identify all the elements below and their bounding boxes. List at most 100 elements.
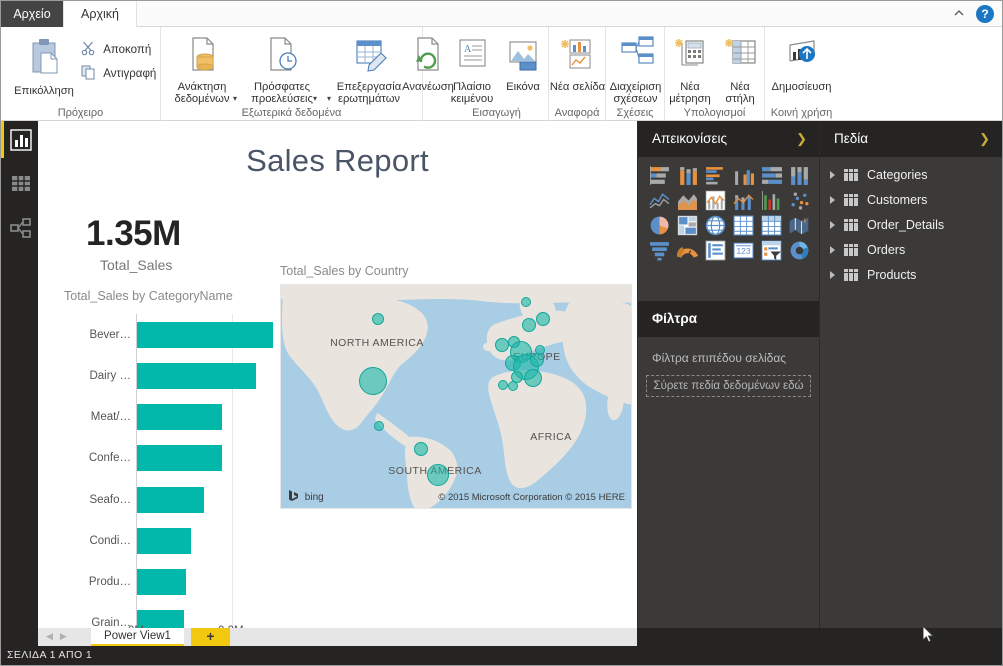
line-and-clustered-column-chart-icon[interactable] xyxy=(758,189,784,211)
map-bubble[interactable] xyxy=(495,338,509,352)
visualizations-panel-header[interactable]: Απεικονίσεις ❯ xyxy=(638,121,819,157)
sidebar-item-data-view[interactable] xyxy=(10,173,32,195)
bar-chart-visual[interactable]: Total_Sales by CategoryName Bever… Dairy … xyxy=(60,289,296,628)
map-bubble[interactable] xyxy=(521,297,531,307)
map-bubble[interactable] xyxy=(414,442,428,456)
text-box-button[interactable]: A Πλαίσιο κειμένου xyxy=(447,35,497,105)
page-tab-power-view1[interactable]: Power View1 xyxy=(91,628,184,646)
bar-chart-bar[interactable] xyxy=(137,404,223,431)
map-bubble[interactable] xyxy=(535,345,545,355)
map-icon[interactable] xyxy=(702,214,728,236)
map-frame[interactable]: NORTH AMERICA SOUTH AMERICA EUROPE AFRIC… xyxy=(280,284,632,509)
tab-file[interactable]: Αρχείο xyxy=(1,1,63,27)
bar-chart-bar[interactable] xyxy=(137,527,191,554)
map-visual[interactable]: Total_Sales by Country NORTH AMERICA SOU… xyxy=(280,264,632,509)
chevron-left-icon[interactable]: ◀ xyxy=(46,631,60,641)
manage-relationships-button[interactable]: Διαχείριση σχέσεων xyxy=(606,35,665,105)
bar-chart-row[interactable]: Condi… xyxy=(89,527,289,554)
map-bubble[interactable] xyxy=(536,312,550,326)
report-canvas[interactable]: Sales Report 1.35M Total_Sales Total_Sal… xyxy=(38,121,637,628)
chevron-down-icon[interactable]: ▾ xyxy=(327,94,331,103)
get-data-button[interactable]: Ανάκτηση δεδομένων ▾ xyxy=(165,35,239,105)
bar-chart-row[interactable]: Bever… xyxy=(89,321,289,348)
chevron-right-icon[interactable]: ▶ xyxy=(60,631,74,641)
gauge-icon[interactable] xyxy=(674,239,700,261)
new-page-button[interactable]: Νέα σελίδα xyxy=(549,35,606,94)
chevron-right-icon[interactable] xyxy=(830,246,835,254)
chevron-right-icon[interactable] xyxy=(830,171,835,179)
pie-chart-icon[interactable] xyxy=(646,214,672,236)
line-and-stacked-column-chart-icon[interactable] xyxy=(730,189,756,211)
chevron-down-icon[interactable]: ▾ xyxy=(233,94,237,103)
map-bubble[interactable] xyxy=(530,353,544,367)
funnel-icon[interactable] xyxy=(646,239,672,261)
sidebar-item-relationships-view[interactable] xyxy=(10,217,32,239)
chevron-right-icon[interactable]: ❯ xyxy=(796,121,807,157)
cut-button[interactable]: Αποκοπή xyxy=(81,41,151,59)
chevron-right-icon[interactable] xyxy=(830,271,835,279)
map-bubble[interactable] xyxy=(427,464,449,486)
bar-chart-row[interactable]: Confe… xyxy=(89,445,289,472)
treemap-icon[interactable] xyxy=(674,214,700,236)
bar-chart-bar[interactable] xyxy=(137,569,186,596)
fields-table-row[interactable]: Customers xyxy=(820,188,1002,213)
multi-row-card-icon[interactable] xyxy=(702,239,728,261)
tab-home[interactable]: Αρχική xyxy=(63,1,137,27)
map-bubble[interactable] xyxy=(522,318,536,332)
map-bubble[interactable] xyxy=(524,369,542,387)
paste-button[interactable]: Επικόλληση xyxy=(9,37,79,98)
new-column-button[interactable]: Νέα στήλη xyxy=(717,35,763,105)
filled-map-icon[interactable] xyxy=(786,214,812,236)
bar-chart-bar[interactable] xyxy=(137,610,185,628)
bar-chart-bar[interactable] xyxy=(137,362,256,389)
map-bubble[interactable] xyxy=(498,380,508,390)
bar-chart-row[interactable]: Meat/… xyxy=(91,404,289,431)
100-stacked-bar-chart-icon[interactable] xyxy=(758,164,784,186)
bar-chart-bar[interactable] xyxy=(137,445,223,472)
recent-sources-button[interactable]: Πρόσφατες προελεύσεις ▾ xyxy=(243,35,321,105)
visualization-type-grid[interactable]: 123 xyxy=(645,163,813,263)
scatter-chart-icon[interactable] xyxy=(786,189,812,211)
sidebar-item-report-view[interactable] xyxy=(10,129,32,151)
fields-table-row[interactable]: Order_Details xyxy=(820,213,1002,238)
image-button[interactable]: Εικόνα xyxy=(499,35,547,94)
filters-panel-header[interactable]: Φίλτρα xyxy=(638,301,819,337)
fields-panel-header[interactable]: Πεδία ❯ xyxy=(820,121,1002,157)
slicer-icon[interactable] xyxy=(758,239,784,261)
clustered-bar-chart-icon[interactable] xyxy=(702,164,728,186)
card-icon[interactable]: 123 xyxy=(730,239,756,261)
100-stacked-column-chart-icon[interactable] xyxy=(786,164,812,186)
clustered-column-chart-icon[interactable] xyxy=(730,164,756,186)
chevron-right-icon[interactable]: ❯ xyxy=(979,121,990,157)
chevron-right-icon[interactable] xyxy=(830,196,835,204)
stacked-column-chart-icon[interactable] xyxy=(674,164,700,186)
fields-table-row[interactable]: Categories xyxy=(820,163,1002,188)
map-bubble[interactable] xyxy=(372,313,384,325)
bar-chart-row[interactable]: Grain… xyxy=(91,610,289,628)
chevron-up-icon[interactable] xyxy=(952,7,966,21)
kpi-card-value[interactable]: 1.35M xyxy=(86,214,181,254)
page-nav-arrows[interactable]: ◀▶ xyxy=(46,631,74,642)
donut-chart-icon[interactable] xyxy=(786,239,812,261)
help-icon[interactable]: ? xyxy=(976,5,994,23)
map-bubble[interactable] xyxy=(374,421,384,431)
fields-table-list[interactable]: Categories Customers Order_Details Orders Pr… xyxy=(820,163,1002,288)
publish-button[interactable]: Δημοσίευση xyxy=(765,35,838,94)
fields-table-row[interactable]: Orders xyxy=(820,238,1002,263)
line-chart-icon[interactable] xyxy=(646,189,672,211)
add-page-button[interactable]: + xyxy=(191,628,230,646)
area-chart-icon[interactable] xyxy=(674,189,700,211)
map-bubble[interactable] xyxy=(359,367,387,395)
chevron-down-icon[interactable]: ▾ xyxy=(313,94,317,103)
chevron-right-icon[interactable] xyxy=(830,221,835,229)
stacked-area-chart-icon[interactable] xyxy=(702,189,728,211)
map-bubble[interactable] xyxy=(508,381,518,391)
bar-chart-row[interactable]: Produ… xyxy=(89,569,289,596)
bar-chart-bar[interactable] xyxy=(137,486,205,513)
matrix-icon[interactable] xyxy=(758,214,784,236)
bar-chart-row[interactable]: Seafo… xyxy=(89,486,289,513)
fields-table-row[interactable]: Products xyxy=(820,263,1002,288)
table-icon[interactable] xyxy=(730,214,756,236)
copy-button[interactable]: Αντιγραφή xyxy=(81,65,156,83)
stacked-bar-chart-icon[interactable] xyxy=(646,164,672,186)
